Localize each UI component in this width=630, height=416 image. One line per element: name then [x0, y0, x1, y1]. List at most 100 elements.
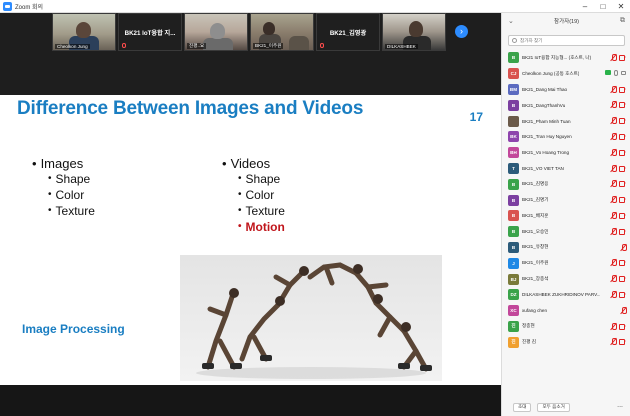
participant-row[interactable]: B BK21_김명기	[502, 192, 630, 208]
maximize-button[interactable]: □	[594, 0, 612, 13]
video-tile-1[interactable]: Cheolkon Jung	[52, 13, 116, 51]
participant-row[interactable]: 진 진평 김	[502, 334, 630, 350]
participant-name: BK21 IoT융합 지능형... (호스트, 나)	[522, 54, 592, 60]
video-tile-5[interactable]: BK21_김영광	[316, 13, 380, 51]
avatar: 진	[508, 336, 519, 348]
chevron-down-icon[interactable]: ⌄	[508, 17, 514, 25]
mic-off-icon	[611, 164, 617, 172]
participant-name: BK21_DangThanhVu	[522, 102, 566, 108]
mute-all-button[interactable]: 모두 음소거	[537, 402, 570, 412]
images-item: Color	[48, 187, 95, 203]
videos-item-motion: Motion	[238, 219, 285, 235]
participant-status	[611, 211, 626, 219]
participant-status	[611, 227, 626, 235]
slide-number: 17	[469, 110, 483, 124]
participant-row[interactable]: 진 정종현	[502, 319, 630, 335]
camera-off-icon	[619, 133, 626, 140]
chevron-right-icon: ›	[460, 26, 463, 36]
video-tile-4[interactable]: BK21_이주원	[250, 13, 314, 51]
meeting-main-area: Cheolkon Jung BK21 IoT융합 지... 진평..요 BK21…	[0, 13, 501, 416]
window-titlebar: Zoom 회의 – □ ✕	[0, 0, 630, 13]
mic-off-icon	[611, 338, 617, 346]
avatar: B	[508, 52, 519, 64]
avatar: B	[508, 241, 519, 253]
popout-icon[interactable]: ⧉	[620, 17, 625, 25]
videos-item: Texture	[238, 203, 285, 219]
avatar: BJ	[508, 273, 519, 285]
mic-off-icon	[611, 322, 617, 330]
motion-sequence-photo	[180, 255, 442, 381]
participant-row[interactable]: B BK21 IoT융합 지능형... (호스트, 나)	[502, 50, 630, 66]
participant-status	[611, 148, 626, 156]
more-options-icon[interactable]: ...	[617, 402, 623, 409]
participant-row[interactable]: J BK21_이주원	[502, 255, 630, 271]
avatar: BH	[508, 147, 519, 159]
mic-off-icon	[621, 306, 627, 314]
invite-button[interactable]: 초대	[513, 402, 532, 412]
participant-row[interactable]: BM BK21_Dang Mai Thao	[502, 82, 630, 98]
participant-name: DILKASHBEK ZUKHRIDINOV PARV...	[522, 292, 600, 298]
videos-item: Color	[238, 187, 285, 203]
participant-name: Cheolkon Jung (공동 호스트)	[522, 70, 580, 76]
participant-row[interactable]: BJ BK21_장종석	[502, 271, 630, 287]
camera-off-icon	[619, 102, 626, 109]
participants-panel: ⌄ 참가자(19) ⧉ BBK21 IoT융합 지능형... (호스트, 나)C…	[501, 13, 630, 416]
video-tile-2[interactable]: BK21 IoT융합 지...	[118, 13, 182, 51]
participant-row[interactable]: BH BK21_Vo Hoang Trong	[502, 145, 630, 161]
avatar: B	[508, 178, 519, 190]
participant-row[interactable]: CJ Cheolkon Jung (공동 호스트)	[502, 66, 630, 82]
window-title: Zoom 회의	[15, 4, 44, 11]
images-item: Shape	[48, 171, 95, 187]
video-tile-3[interactable]: 진평..요	[184, 13, 248, 51]
participant-name: BK21_오승민	[522, 228, 549, 234]
mic-off-icon	[611, 148, 617, 156]
participant-row[interactable]: B BK21_오승민	[502, 224, 630, 240]
participant-status	[611, 259, 626, 267]
camera-off-icon	[619, 149, 626, 156]
participant-status	[621, 243, 627, 251]
participant-name: BK21_김명응	[522, 181, 549, 187]
participant-search[interactable]	[508, 35, 625, 46]
avatar: BM	[508, 83, 519, 95]
participant-row[interactable]: XC xufang chen	[502, 303, 630, 319]
participant-name: 진평 김	[522, 339, 536, 345]
participant-row[interactable]: BK21_Pham Minh Tuan	[502, 113, 630, 129]
camera-off-icon	[619, 165, 626, 172]
filmstrip-next-button[interactable]: ›	[455, 25, 468, 38]
participant-name: BK21_VO VIET TAN	[522, 165, 564, 171]
participant-status	[611, 196, 626, 204]
tile-name: DILKASHBEK	[385, 44, 418, 49]
tile-name: Cheolkon Jung	[55, 44, 90, 49]
video-tile-6[interactable]: DILKASHBEK	[382, 13, 446, 51]
participant-row[interactable]: B BK21_DangThanhVu	[502, 97, 630, 113]
participant-search-input[interactable]	[520, 38, 610, 43]
camera-off-icon	[619, 181, 626, 188]
participant-row[interactable]: DZ DILKASHBEK ZUKHRIDINOV PARV...	[502, 287, 630, 303]
participant-row[interactable]: B BK21_김명응	[502, 176, 630, 192]
image-processing-label: Image Processing	[22, 322, 125, 336]
avatar: BK	[508, 131, 519, 143]
participants-list: B BK21 IoT융합 지능형... (호스트, 나) CJ Cheolkon Ju…	[502, 50, 630, 350]
mic-off-icon	[611, 196, 617, 204]
participants-header: ⌄ 참가자(19) ⧉	[502, 13, 630, 29]
participant-name: BK21_유창현	[522, 244, 549, 250]
camera-off-icon	[619, 86, 626, 93]
participants-title: 참가자(19)	[554, 19, 579, 25]
participant-row[interactable]: B BK21_유창현	[502, 240, 630, 256]
participant-row[interactable]: T BK21_VO VIET TAN	[502, 161, 630, 177]
participant-name: BK21_Tran Huy Nguyen	[522, 134, 572, 140]
images-heading: Images	[32, 156, 95, 171]
window-controls: – □ ✕	[576, 0, 630, 13]
images-column: Images Shape Color Texture	[32, 156, 95, 219]
participant-status	[605, 69, 626, 76]
participant-row[interactable]: BK BK21_Tran Huy Nguyen	[502, 129, 630, 145]
avatar: B	[508, 194, 519, 206]
participant-status	[611, 132, 626, 140]
minimize-button[interactable]: –	[576, 0, 594, 13]
close-button[interactable]: ✕	[612, 0, 630, 13]
mic-off-icon	[611, 259, 617, 267]
participant-name: BK21_이주원	[522, 260, 549, 266]
participant-row[interactable]: B BK21_배지훈	[502, 208, 630, 224]
camera-off-icon	[619, 228, 626, 235]
videos-heading: Videos	[222, 156, 285, 171]
